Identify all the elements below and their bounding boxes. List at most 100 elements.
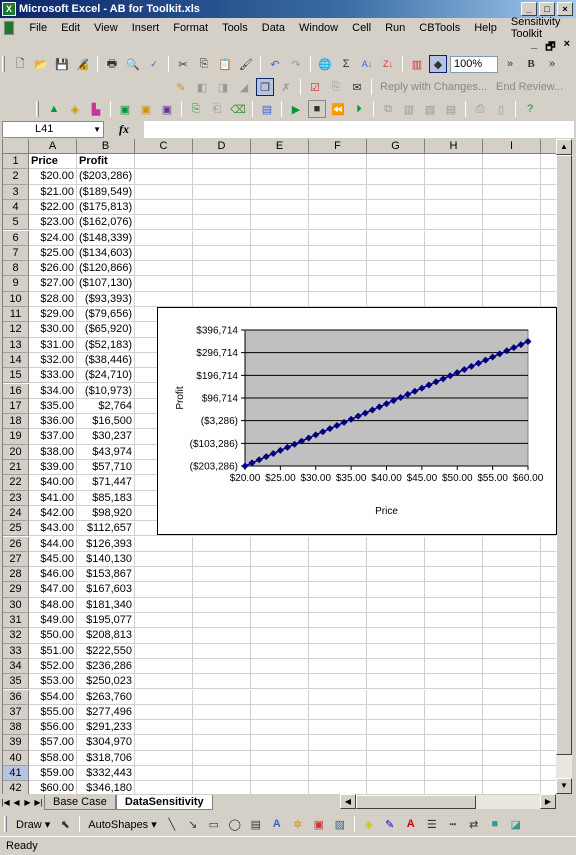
profit-cell[interactable]: $195,077 — [77, 613, 135, 629]
copy-data-icon[interactable]: ⎘ — [187, 100, 205, 118]
empty-cell[interactable] — [367, 750, 425, 766]
column-header-d[interactable]: D — [193, 139, 251, 154]
insert-picture-icon[interactable]: ▨ — [331, 815, 349, 833]
row-header[interactable]: 20 — [3, 444, 29, 460]
row-header[interactable]: 40 — [3, 750, 29, 766]
empty-cell[interactable] — [367, 720, 425, 736]
empty-cell[interactable] — [251, 291, 309, 307]
profit-cell[interactable]: $16,500 — [77, 414, 135, 430]
empty-cell[interactable] — [251, 567, 309, 583]
empty-cell[interactable] — [541, 154, 556, 170]
empty-cell[interactable] — [135, 276, 193, 292]
empty-cell[interactable] — [135, 735, 193, 751]
price-cell[interactable]: $24.00 — [29, 230, 77, 246]
undo-icon[interactable]: ↶ — [266, 55, 284, 73]
empty-cell[interactable] — [367, 613, 425, 629]
column-header-h[interactable]: H — [425, 139, 483, 154]
price-cell[interactable]: $29.00 — [29, 307, 77, 323]
empty-cell[interactable] — [309, 582, 367, 598]
price-cell[interactable]: $30.00 — [29, 322, 77, 338]
sheet-tab-base-case[interactable]: Base Case — [44, 794, 116, 810]
copy-icon[interactable]: ⎘ — [195, 55, 213, 73]
empty-cell[interactable] — [193, 169, 251, 185]
print-icon[interactable]: 🖶 — [103, 55, 121, 73]
price-cell[interactable]: $43.00 — [29, 521, 77, 537]
profit-cell[interactable]: ($38,446) — [77, 352, 135, 369]
empty-cell[interactable] — [541, 292, 556, 307]
menu-data[interactable]: Data — [255, 22, 292, 34]
spelling-icon[interactable]: ✓ — [145, 55, 163, 73]
empty-cell[interactable] — [135, 567, 193, 583]
empty-cell[interactable] — [541, 613, 556, 629]
row-header[interactable]: 23 — [3, 490, 29, 506]
empty-cell[interactable] — [425, 643, 483, 659]
save-icon[interactable]: 💾 — [53, 55, 71, 73]
empty-cell[interactable] — [135, 582, 193, 598]
reset-simulation-icon[interactable]: ⏪ — [329, 100, 347, 118]
empty-cell[interactable] — [135, 750, 193, 766]
empty-cell[interactable] — [309, 245, 367, 262]
forecast-windows-icon[interactable]: ⧉ — [379, 100, 397, 118]
next-comment-icon[interactable]: ◨ — [214, 78, 232, 96]
empty-cell[interactable] — [483, 689, 541, 705]
empty-cell[interactable] — [425, 291, 483, 307]
price-cell[interactable]: $54.00 — [29, 689, 77, 705]
autosum-icon[interactable]: Σ — [337, 55, 355, 73]
empty-cell[interactable] — [367, 184, 425, 200]
empty-cell[interactable] — [483, 735, 541, 751]
empty-cell[interactable] — [193, 735, 251, 751]
empty-cell[interactable] — [251, 613, 309, 629]
paste-icon[interactable]: 📋 — [216, 55, 234, 73]
3d-style-icon[interactable]: ◪ — [507, 815, 525, 833]
profit-cell[interactable]: ($120,866) — [77, 261, 135, 277]
empty-cell[interactable] — [193, 643, 251, 659]
empty-cell[interactable] — [309, 735, 367, 751]
column-header-a[interactable]: A — [29, 139, 77, 154]
profit-cell[interactable]: $140,130 — [77, 551, 135, 568]
menu-cbtools[interactable]: CBTools — [412, 22, 467, 34]
price-cell[interactable]: $35.00 — [29, 398, 77, 415]
empty-cell[interactable] — [309, 551, 367, 568]
row-header[interactable]: 8 — [3, 261, 29, 277]
empty-cell[interactable] — [483, 628, 541, 644]
column-header-j[interactable] — [541, 139, 556, 154]
row-header[interactable]: 15 — [3, 368, 29, 384]
empty-cell[interactable] — [367, 582, 425, 598]
new-comment-icon[interactable]: ✎ — [172, 78, 190, 96]
price-cell[interactable]: $39.00 — [29, 460, 77, 476]
empty-cell[interactable] — [483, 551, 541, 568]
price-cell[interactable]: $48.00 — [29, 597, 77, 613]
profit-cell[interactable]: $30,237 — [77, 429, 135, 445]
empty-cell[interactable] — [425, 613, 483, 629]
empty-cell[interactable] — [251, 689, 309, 705]
empty-cell[interactable] — [135, 597, 193, 613]
menu-sensitivity-toolkit[interactable]: Sensitivity Toolkit — [504, 16, 576, 40]
price-cell[interactable]: $45.00 — [29, 551, 77, 568]
prev-sheet-icon[interactable]: ◀ — [11, 798, 22, 807]
profit-cell[interactable]: ($65,920) — [77, 322, 135, 338]
profit-chart[interactable]: ($203,286) ($103,286) ($3,286) $96,714 $196,… — [157, 307, 557, 535]
cut-icon[interactable]: ✂ — [174, 55, 192, 73]
empty-cell[interactable] — [483, 184, 541, 200]
profit-cell[interactable]: ($107,130) — [77, 276, 135, 292]
start-simulation-icon[interactable]: ▶ — [287, 100, 305, 118]
empty-cell[interactable] — [483, 766, 541, 782]
empty-cell[interactable] — [193, 245, 251, 262]
price-cell[interactable]: $46.00 — [29, 567, 77, 583]
empty-cell[interactable] — [193, 276, 251, 292]
empty-cell[interactable] — [425, 184, 483, 200]
empty-cell[interactable] — [367, 597, 425, 613]
empty-cell[interactable] — [367, 276, 425, 292]
empty-cell[interactable] — [135, 628, 193, 644]
empty-cell[interactable] — [135, 720, 193, 736]
empty-cell[interactable] — [367, 245, 425, 262]
row-header[interactable]: 31 — [3, 613, 29, 629]
row-header[interactable]: 9 — [3, 276, 29, 292]
profit-cell[interactable]: $85,183 — [77, 490, 135, 506]
stop-simulation-icon[interactable]: ■ — [308, 100, 326, 118]
empty-cell[interactable] — [193, 766, 251, 782]
empty-cell[interactable] — [251, 658, 309, 675]
vertical-scrollbar[interactable]: ▲ ▼ — [556, 139, 572, 794]
profit-cell[interactable]: $263,760 — [77, 689, 135, 705]
empty-cell[interactable] — [193, 658, 251, 675]
